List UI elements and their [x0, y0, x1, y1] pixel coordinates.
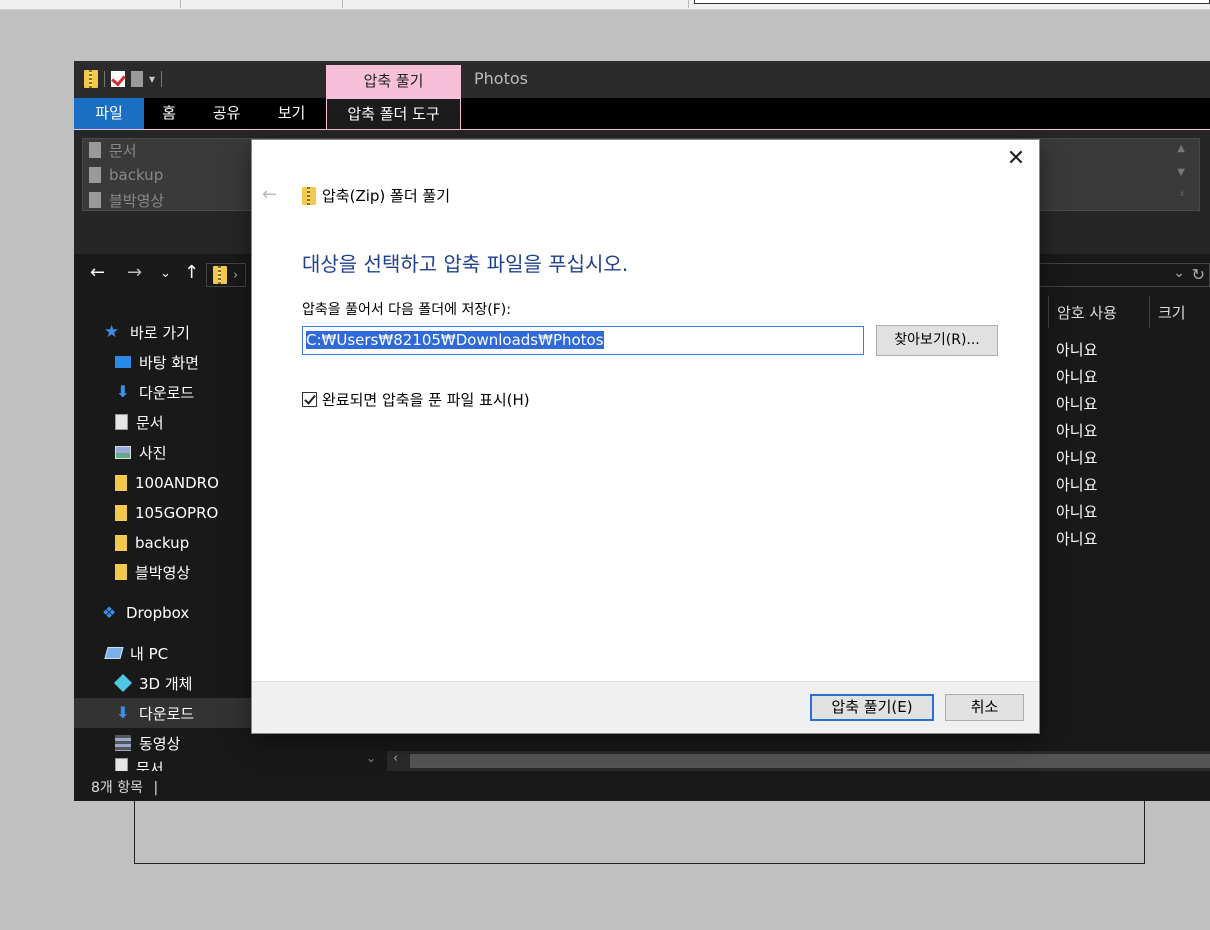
back-arrow-icon[interactable]: ← — [90, 262, 105, 283]
picture-icon — [115, 445, 131, 459]
star-icon: ★ — [104, 322, 120, 342]
cancel-button[interactable]: 취소 — [945, 694, 1024, 721]
properties-icon[interactable] — [111, 71, 125, 87]
sidebar-item-documents-pc[interactable]: 문서 — [74, 758, 384, 772]
tab-view[interactable]: 보기 — [264, 98, 319, 130]
item-count: 8개 항목 — [91, 780, 143, 796]
list-item: 아니요 — [1056, 503, 1098, 521]
horizontal-scrollbar[interactable]: ‹ — [387, 751, 1210, 771]
folder-icon — [115, 564, 127, 580]
download-icon: ⬇ — [116, 382, 130, 401]
desktop-icon — [115, 356, 131, 368]
gallery-item[interactable]: 블박영상 — [89, 189, 164, 211]
dropbox-icon: ❖ — [102, 603, 117, 622]
destination-path-input[interactable]: C:₩Users₩82105₩Downloads₩Photos — [302, 326, 864, 355]
gallery-item[interactable]: backup — [89, 164, 163, 186]
gallery-expand-icon[interactable]: ⩡ — [1179, 189, 1185, 200]
zip-folder-icon — [302, 186, 316, 205]
tab-home[interactable]: 홈 — [144, 98, 194, 130]
destination-path-value: C:₩Users₩82105₩Downloads₩Photos — [306, 331, 604, 349]
tab-share[interactable]: 공유 — [199, 98, 254, 130]
address-bar-end[interactable]: ⌄ ↻ — [1039, 263, 1210, 287]
list-item: 아니요 — [1056, 449, 1098, 467]
column-header-password[interactable]: 암호 사용 — [1048, 296, 1150, 328]
zip-folder-icon — [213, 266, 227, 284]
browse-button[interactable]: 찾아보기(R)... — [876, 325, 998, 356]
list-item: 아니요 — [1056, 395, 1098, 413]
folder-icon — [115, 505, 127, 521]
gallery-scroll-down-icon[interactable]: ▼ — [1177, 167, 1185, 178]
chevron-right-icon: › — [233, 267, 239, 283]
back-arrow-icon[interactable]: ← — [262, 184, 277, 205]
download-icon: ⬇ — [116, 703, 130, 722]
list-item: 아니요 — [1056, 368, 1098, 386]
close-icon[interactable]: ✕ — [1005, 148, 1027, 170]
tab-file[interactable]: 파일 — [74, 98, 144, 130]
list-item: 아니요 — [1056, 476, 1098, 494]
document-icon — [115, 414, 128, 430]
list-item: 아니요 — [1056, 341, 1098, 359]
forward-arrow-icon[interactable]: → — [127, 262, 142, 283]
sidebar-scroll-down-icon[interactable]: ⌄ — [366, 751, 376, 765]
context-tab-extract[interactable]: 압축 풀기 — [326, 65, 461, 98]
ribbon-tabs: 파일 홈 공유 보기 압축 폴더 도구 — [74, 98, 1210, 130]
folder-icon — [115, 475, 127, 491]
show-files-option[interactable]: 완료되면 압축을 푼 파일 표시(H) — [302, 389, 530, 410]
new-folder-icon[interactable] — [131, 71, 143, 87]
extract-dialog: ✕ ← 압축(Zip) 폴더 풀기 대상을 선택하고 압축 파일을 푸십시오. … — [252, 140, 1039, 733]
video-icon — [115, 735, 131, 751]
up-arrow-icon[interactable]: ↑ — [184, 262, 199, 283]
background-app-strip — [0, 0, 1210, 10]
recent-locations-icon[interactable]: ⌄ — [160, 266, 171, 281]
list-item: 아니요 — [1056, 422, 1098, 440]
cube-icon — [113, 673, 133, 693]
dialog-footer: 압축 풀기(E) 취소 — [252, 681, 1039, 733]
gallery-scroll-up-icon[interactable]: ▲ — [1177, 143, 1185, 154]
dialog-title: 압축(Zip) 폴더 풀기 — [302, 185, 450, 206]
folder-icon — [115, 535, 127, 551]
scroll-left-icon[interactable]: ‹ — [393, 751, 398, 766]
zip-folder-icon — [84, 70, 98, 88]
chevron-down-icon[interactable]: ⌄ — [1173, 265, 1185, 281]
title-bar: ▾ 압축 풀기 Photos — [74, 61, 1210, 98]
destination-label: 압축을 풀어서 다음 폴더에 저장(F): — [302, 302, 511, 318]
dialog-heading: 대상을 선택하고 압축 파일을 푸십시오. — [302, 252, 629, 276]
show-files-label: 완료되면 압축을 푼 파일 표시(H) — [322, 391, 530, 409]
address-bar[interactable]: › — [206, 263, 246, 287]
refresh-icon[interactable]: ↻ — [1192, 265, 1205, 284]
show-files-checkbox[interactable] — [302, 392, 317, 407]
document-icon — [115, 758, 128, 772]
background-document — [134, 790, 1145, 864]
quick-access-toolbar: ▾ — [84, 70, 163, 88]
extract-button[interactable]: 압축 풀기(E) — [810, 694, 934, 721]
column-header-size[interactable]: 크기 — [1149, 296, 1210, 328]
tab-compressed-folder-tools[interactable]: 압축 폴더 도구 — [326, 98, 461, 130]
scrollbar-thumb[interactable] — [410, 754, 1210, 768]
password-column-values: 아니요 아니요 아니요 아니요 아니요 아니요 아니요 아니요 — [1056, 339, 1097, 555]
list-item: 아니요 — [1056, 530, 1098, 548]
gallery-item[interactable]: 문서 — [89, 139, 137, 161]
window-title: Photos — [474, 69, 528, 88]
status-bar: 8개 항목 | — [74, 771, 1210, 801]
computer-icon — [104, 647, 124, 659]
customize-toolbar-icon[interactable]: ▾ — [149, 72, 155, 86]
